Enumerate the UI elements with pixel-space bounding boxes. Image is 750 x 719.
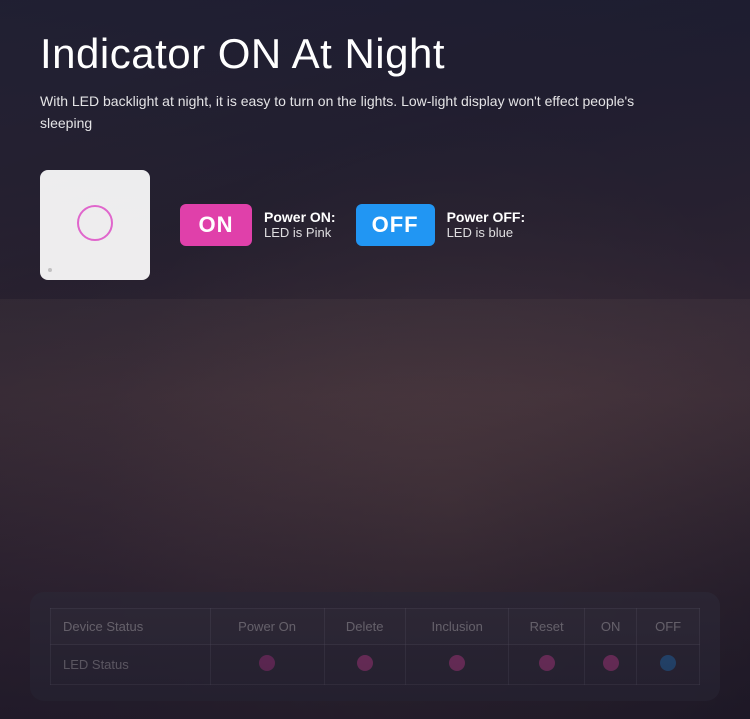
off-description-main: Power OFF: — [447, 209, 526, 225]
off-badge: OFF — [356, 204, 435, 246]
off-badge-label: Power OFF: LED is blue — [447, 209, 526, 240]
on-description-main: Power ON: — [264, 209, 336, 225]
on-description-sub: LED is Pink — [264, 225, 336, 240]
page-title: Indicator ON At Night — [40, 30, 710, 78]
indicator-row: ON Power ON: LED is Pink OFF Power OFF: … — [40, 170, 710, 280]
switch-device-image — [40, 170, 150, 280]
on-badge-label: Power ON: LED is Pink — [264, 209, 336, 240]
badge-on-group: ON Power ON: LED is Pink — [180, 204, 336, 246]
badge-off-group: OFF Power OFF: LED is blue — [356, 204, 526, 246]
off-description-sub: LED is blue — [447, 225, 526, 240]
main-content: Indicator ON At Night With LED backlight… — [0, 0, 750, 719]
page-subtitle: With LED backlight at night, it is easy … — [40, 90, 680, 135]
switch-circle — [77, 205, 113, 241]
switch-dot — [48, 268, 52, 272]
on-badge: ON — [180, 204, 252, 246]
badge-row: ON Power ON: LED is Pink OFF Power OFF: … — [180, 204, 525, 246]
